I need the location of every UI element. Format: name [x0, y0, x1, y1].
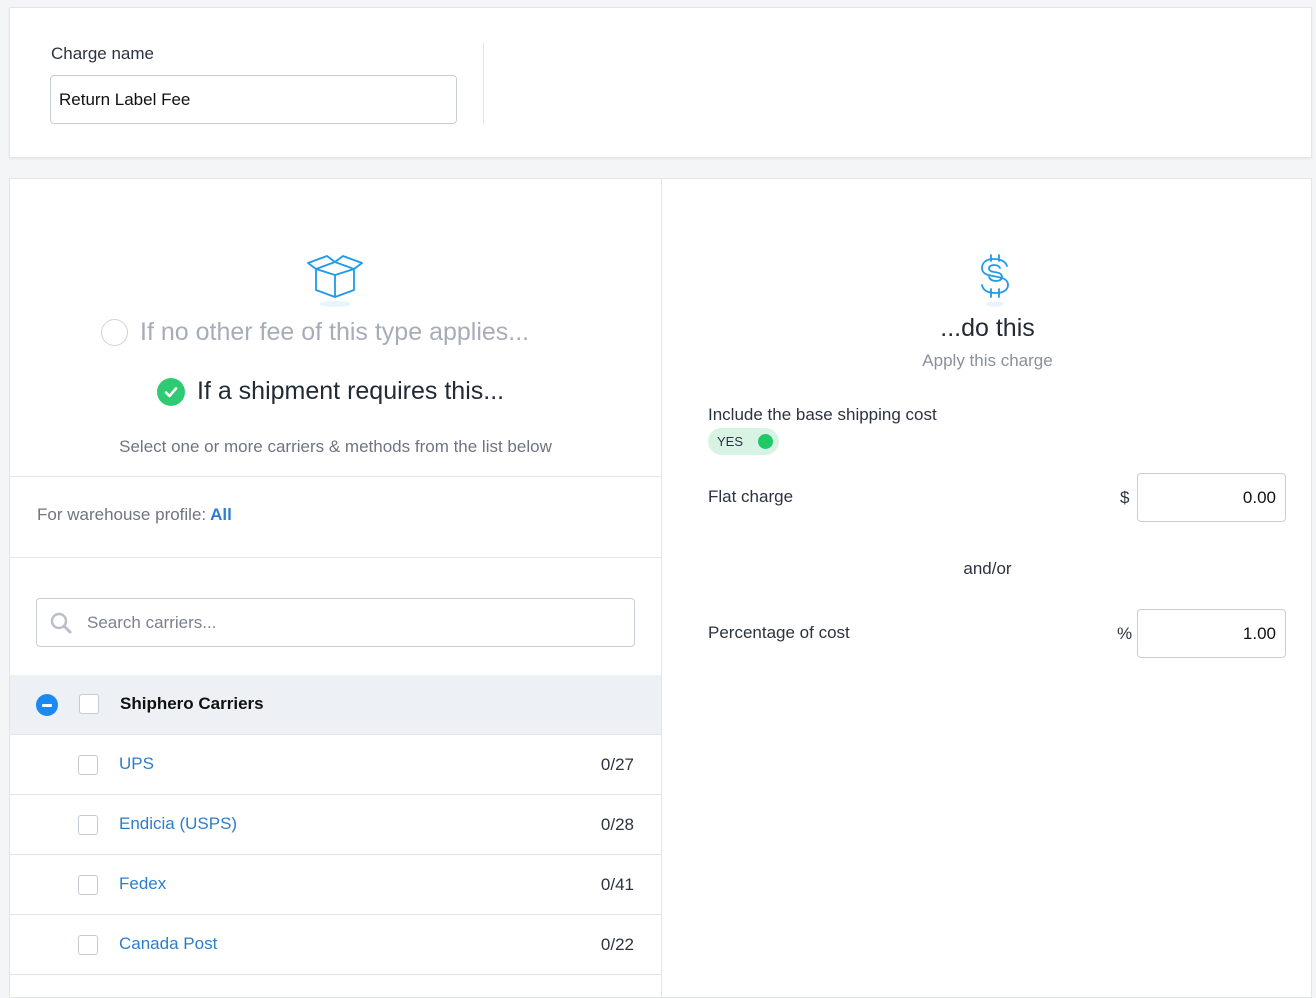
carrier-count: 0/41 — [600, 875, 634, 894]
divider — [10, 476, 661, 477]
carrier-group-row[interactable]: Shiphero Carriers — [10, 675, 661, 735]
divider — [10, 557, 661, 558]
carrier-count: 0/28 — [600, 815, 634, 834]
action-subtitle: Apply this charge — [922, 351, 1053, 370]
warehouse-profile: For warehouse profile: All — [37, 505, 232, 525]
percent-unit: % — [1117, 624, 1133, 643]
warehouse-profile-link[interactable]: All — [210, 505, 232, 524]
charge-name-input[interactable] — [50, 75, 457, 124]
action-title: ...do this — [940, 314, 1035, 342]
carrier-checkbox[interactable] — [78, 875, 98, 895]
group-checkbox[interactable] — [79, 694, 99, 714]
carrier-search[interactable] — [36, 598, 635, 647]
option-no-other-fee[interactable]: If no other fee of this type applies... — [101, 318, 529, 347]
divider — [483, 42, 484, 125]
option-no-other-fee-label: If no other fee of this type applies... — [140, 318, 530, 346]
flat-charge-label: Flat charge — [708, 487, 794, 506]
carrier-row[interactable]: Canada Post 0/22 — [10, 915, 661, 975]
group-label: Shiphero Carriers — [120, 694, 264, 713]
option-shipment-requires-label: If a shipment requires this... — [197, 377, 505, 405]
option-shipment-requires[interactable]: If a shipment requires this... — [157, 377, 504, 406]
carrier-checkbox[interactable] — [78, 815, 98, 835]
charge-name-label: Charge name — [51, 44, 155, 63]
carrier-count: 0/27 — [600, 755, 634, 774]
carrier-row[interactable]: Endicia (USPS) 0/28 — [10, 795, 661, 855]
carrier-name[interactable]: UPS — [119, 754, 154, 774]
base-cost-toggle[interactable]: YES — [708, 428, 779, 455]
warehouse-profile-label: For warehouse profile: — [37, 505, 207, 524]
minus-circle-icon[interactable] — [36, 694, 58, 716]
charge-rules-card: If no other fee of this type applies... … — [9, 178, 1312, 998]
base-cost-label: Include the base shipping cost — [708, 405, 937, 424]
carrier-name[interactable]: Endicia (USPS) — [119, 814, 237, 834]
carrier-name[interactable]: Fedex — [119, 874, 166, 894]
radio-unselected[interactable] — [101, 319, 128, 346]
toggle-knob[interactable] — [758, 434, 773, 449]
carrier-name[interactable]: Canada Post — [119, 934, 217, 954]
carrier-row[interactable]: Fedex 0/41 — [10, 855, 661, 915]
select-hint: Select one or more carriers & methods fr… — [119, 437, 552, 456]
open-box-icon — [305, 251, 367, 314]
percentage-input[interactable] — [1137, 609, 1286, 658]
dollar-sign-icon — [978, 251, 1012, 314]
toggle-text: YES — [717, 434, 744, 449]
carrier-checkbox[interactable] — [78, 755, 98, 775]
carrier-row[interactable]: UPS 0/27 — [10, 735, 661, 795]
carrier-checkbox[interactable] — [78, 935, 98, 955]
flat-charge-input[interactable] — [1137, 473, 1286, 522]
and-or-label: and/or — [963, 559, 1012, 578]
checkmark-icon[interactable] — [157, 377, 185, 406]
currency-unit: $ — [1120, 488, 1130, 507]
search-icon — [49, 611, 73, 635]
charge-name-card: Charge name — [9, 7, 1312, 158]
column-divider — [661, 179, 662, 997]
percentage-label: Percentage of cost — [708, 623, 850, 642]
carrier-count: 0/22 — [600, 935, 634, 954]
search-input[interactable] — [85, 611, 569, 634]
